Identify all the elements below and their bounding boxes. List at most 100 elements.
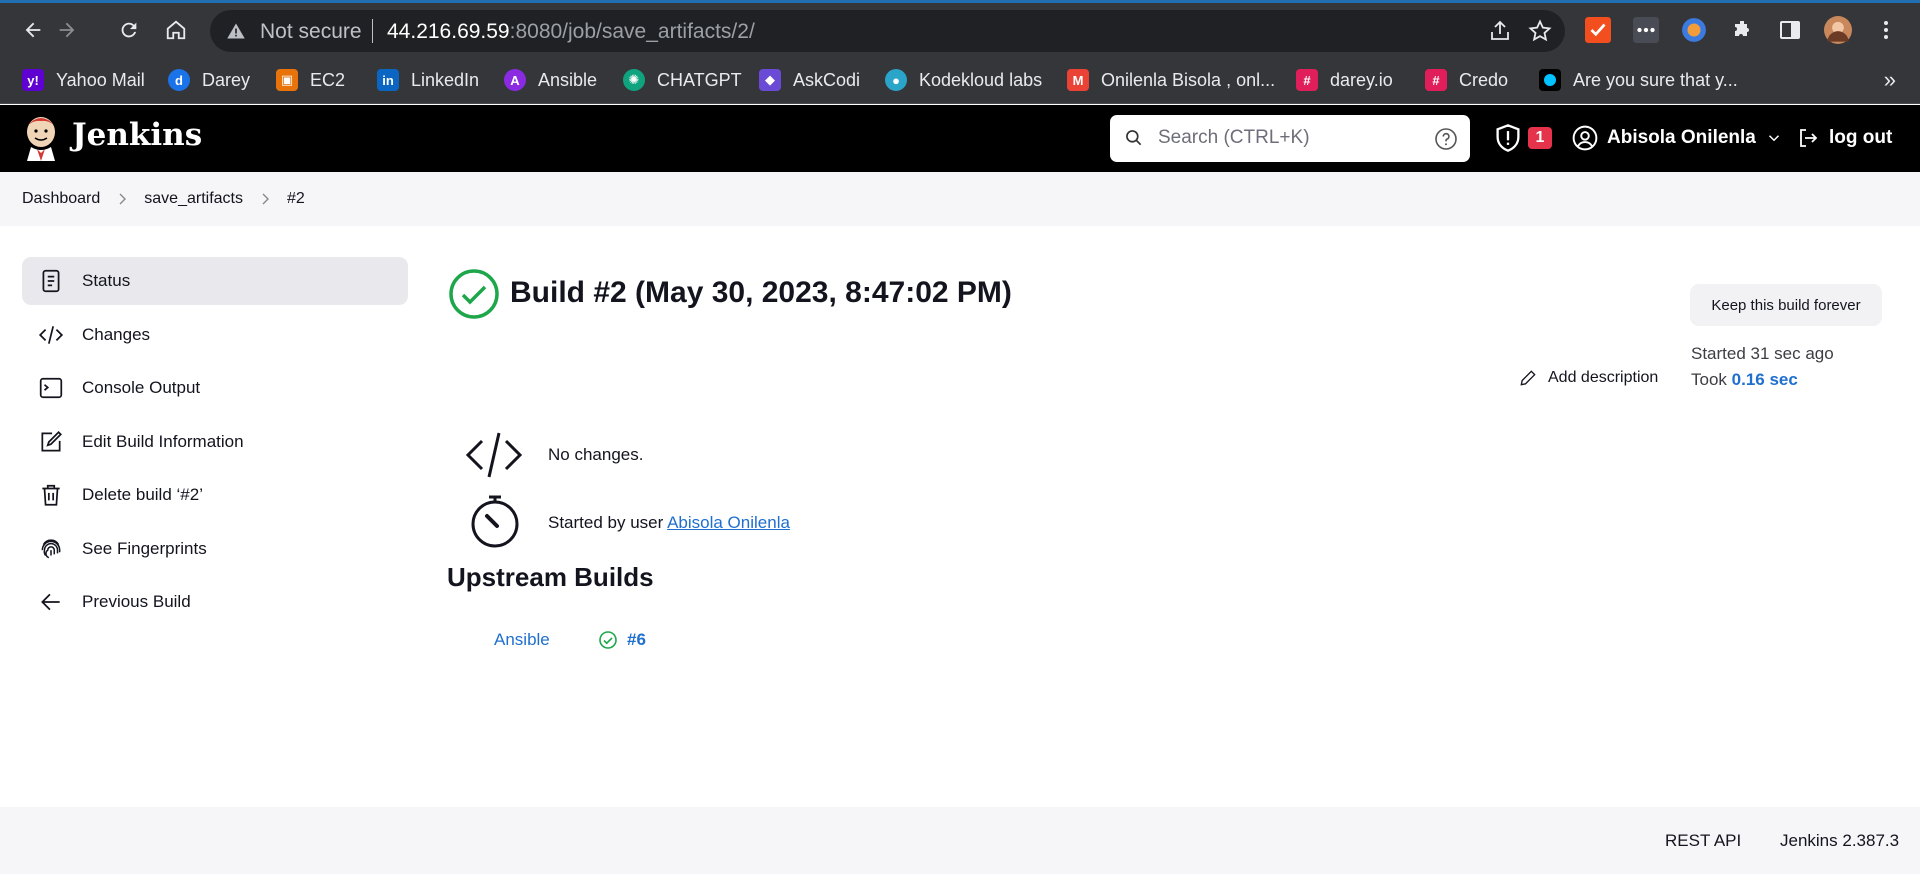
chevron-down-icon <box>1768 135 1779 142</box>
browser-menu-button[interactable] <box>1872 16 1900 44</box>
extension-globe[interactable] <box>1680 16 1708 44</box>
linkedin-icon: in <box>377 69 399 91</box>
build-duration: Took 0.16 sec <box>1691 370 1798 390</box>
trash-icon <box>42 484 60 506</box>
breadcrumb-build[interactable]: #2 <box>287 190 305 208</box>
avatar-icon <box>1824 16 1852 44</box>
address-separator <box>372 19 373 43</box>
bookmarks-overflow-button[interactable]: » <box>1884 67 1896 93</box>
side-panel-button[interactable] <box>1776 16 1804 44</box>
security-badge[interactable]: 1 <box>1528 127 1552 149</box>
arrow-back-icon <box>25 22 41 38</box>
bookmark-kodekloud[interactable]: ● Kodekloud labs <box>885 67 1042 93</box>
sidebar-item-delete-build[interactable]: Delete build ‘#2’ <box>22 471 408 519</box>
side-panel-icon <box>1780 21 1800 39</box>
sidebar-item-status[interactable]: Status <box>22 257 408 305</box>
logout-link[interactable]: log out <box>1796 122 1892 154</box>
success-status-icon <box>449 269 499 319</box>
bookmark-linkedin[interactable]: in LinkedIn <box>377 67 479 93</box>
breadcrumb: Dashboard save_artifacts #2 <box>0 172 1920 226</box>
page-title: Build #2 (May 30, 2023, 8:47:02 PM) <box>510 276 1012 309</box>
upstream-job-link[interactable]: Ansible <box>494 630 550 650</box>
kebab-menu-icon <box>1884 21 1888 39</box>
code-icon <box>465 432 523 478</box>
bookmark-label: Are you sure that y... <box>1573 69 1738 90</box>
user-menu[interactable]: Abisola Onilenla <box>1572 122 1783 154</box>
help-icon[interactable] <box>1434 127 1458 151</box>
gmail-icon: M <box>1067 69 1089 91</box>
started-by-user-link[interactable]: Abisola Onilenla <box>667 513 790 532</box>
breadcrumb-dashboard[interactable]: Dashboard <box>22 190 100 208</box>
add-description-button[interactable]: Add description <box>1518 368 1658 388</box>
url-path: :8080/job/save_artifacts/2/ <box>509 20 755 43</box>
add-description-label: Add description <box>1548 369 1659 386</box>
bookmark-credo[interactable]: # Credo <box>1425 67 1508 93</box>
warning-icon <box>227 23 245 39</box>
bookmark-yahoo-mail[interactable]: y! Yahoo Mail <box>22 67 145 93</box>
url-host: 44.216.69.59 <box>387 20 510 43</box>
bookmark-label: Yahoo Mail <box>56 69 145 90</box>
kodekloud-icon: ● <box>885 69 907 91</box>
arrow-forward-icon <box>59 22 75 38</box>
extension-todo[interactable] <box>1584 16 1612 44</box>
duration-link[interactable]: 0.16 sec <box>1732 370 1798 389</box>
logout-label: log out <box>1829 127 1893 148</box>
jenkins-header: Jenkins 1 Abisola Onilenla log out <box>0 105 1920 172</box>
star-icon[interactable] <box>1528 19 1552 43</box>
bookmark-label: Darey <box>202 69 251 90</box>
jenkins-logo-icon[interactable] <box>22 115 60 161</box>
extension-dots[interactable] <box>1632 16 1660 44</box>
bookmark-ansible[interactable]: A Ansible <box>504 67 597 93</box>
reload-button[interactable] <box>114 15 144 45</box>
bookmark-gmail[interactable]: M Onilenla Bisola , onl... <box>1067 67 1275 93</box>
footer: REST API Jenkins 2.387.3 <box>0 807 1920 874</box>
success-check-icon <box>599 631 617 649</box>
upstream-builds-heading: Upstream Builds <box>447 562 654 592</box>
search-input[interactable] <box>1158 122 1418 154</box>
extensions-button[interactable] <box>1728 16 1756 44</box>
sidebar-item-previous-build[interactable]: Previous Build <box>22 578 408 626</box>
checkmark-extension-icon <box>1585 17 1611 43</box>
home-button[interactable] <box>161 15 191 45</box>
yahoo-icon: y! <box>22 69 44 91</box>
terminal-icon <box>39 377 63 399</box>
ellipsis-extension-icon <box>1633 17 1659 43</box>
took-label: Took <box>1691 370 1732 389</box>
sidebar-item-label: Status <box>82 271 131 290</box>
breadcrumb-job[interactable]: save_artifacts <box>144 190 243 208</box>
bookmark-ec2[interactable]: ▣ EC2 <box>276 67 345 93</box>
jenkins-brand[interactable]: Jenkins <box>72 117 202 153</box>
bookmark-are-you-sure[interactable]: Are you sure that y... <box>1539 67 1738 93</box>
profile-avatar[interactable] <box>1824 16 1852 44</box>
rest-api-link[interactable]: REST API <box>1665 831 1741 851</box>
started-by-prefix: Started by user <box>548 513 668 532</box>
slack-icon: # <box>1425 69 1447 91</box>
bookmark-darey-io[interactable]: # darey.io <box>1296 67 1393 93</box>
bookmark-chatgpt[interactable]: ✺ CHATGPT <box>623 67 742 93</box>
upstream-build-link[interactable]: #6 <box>627 630 646 650</box>
chatgpt-icon: ✺ <box>623 69 645 91</box>
jenkins-version-link[interactable]: Jenkins 2.387.3 <box>1780 831 1899 851</box>
bookmark-askcodi[interactable]: ◆ AskCodi <box>759 67 860 93</box>
keep-build-forever-button[interactable]: Keep this build forever <box>1690 284 1882 326</box>
slack-icon: # <box>1296 69 1318 91</box>
search-box[interactable] <box>1110 115 1470 162</box>
share-icon[interactable] <box>1488 19 1512 43</box>
chevron-right-icon <box>119 193 127 205</box>
sidebar-item-see-fingerprints[interactable]: See Fingerprints <box>22 525 408 573</box>
askcodi-icon: ◆ <box>759 69 781 91</box>
back-button[interactable] <box>18 15 48 45</box>
user-name: Abisola Onilenla <box>1607 127 1756 148</box>
forward-button[interactable] <box>52 15 82 45</box>
url-text: 44.216.69.59:8080/job/save_artifacts/2/ <box>387 20 755 44</box>
home-icon <box>166 20 186 40</box>
address-bar[interactable]: Not secure 44.216.69.59:8080/job/save_ar… <box>210 10 1565 52</box>
bookmark-label: AskCodi <box>793 69 861 90</box>
bookmarks-bar: y! Yahoo Mail d Darey ▣ EC2 in LinkedIn A Ans… <box>0 56 1920 104</box>
sidebar-item-changes[interactable]: Changes <box>22 311 408 359</box>
bookmark-darey[interactable]: d Darey <box>168 67 250 93</box>
sidebar-item-console-output[interactable]: Console Output <box>22 364 408 412</box>
sidebar-item-edit-build-information[interactable]: Edit Build Information <box>22 418 408 466</box>
shield-alert-icon[interactable] <box>1494 123 1522 153</box>
started-time: Started 31 sec ago <box>1691 344 1834 363</box>
